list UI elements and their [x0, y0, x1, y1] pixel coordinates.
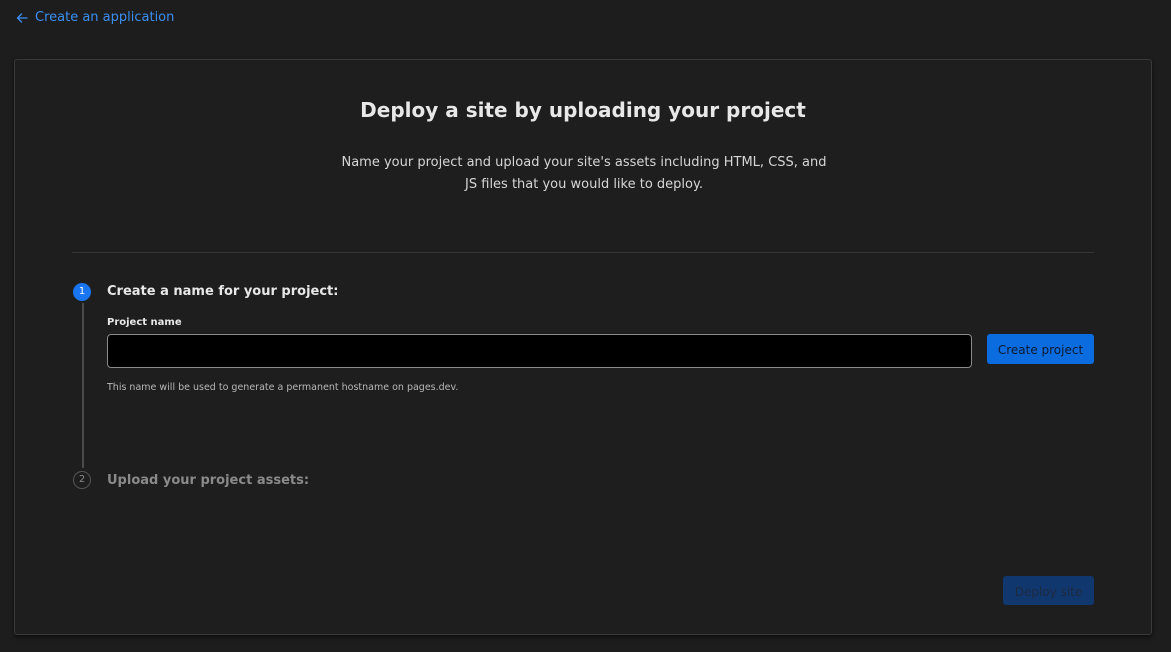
back-link-label: Create an application — [35, 10, 175, 25]
step-2-indicator: 2 — [73, 471, 91, 489]
project-name-label: Project name — [107, 317, 182, 328]
page-description: Name your project and upload your site's… — [341, 155, 827, 192]
deploy-site-button[interactable]: Deploy site — [1003, 576, 1094, 605]
step-1-title: Create a name for your project: — [107, 284, 339, 299]
project-name-help-text: This name will be used to generate a per… — [107, 382, 459, 393]
project-name-input[interactable] — [107, 334, 972, 368]
divider — [72, 252, 1094, 253]
deploy-card: Deploy a site by uploading your project … — [14, 59, 1152, 635]
back-link[interactable]: Create an application — [15, 10, 174, 25]
arrow-left-icon — [16, 12, 28, 23]
page-title: Deploy a site by uploading your project — [360, 98, 806, 122]
step-1-indicator: 1 — [73, 283, 91, 301]
step-connector-line — [82, 303, 84, 468]
step-2-title: Upload your project assets: — [107, 473, 310, 488]
create-project-button[interactable]: Create project — [987, 334, 1094, 364]
